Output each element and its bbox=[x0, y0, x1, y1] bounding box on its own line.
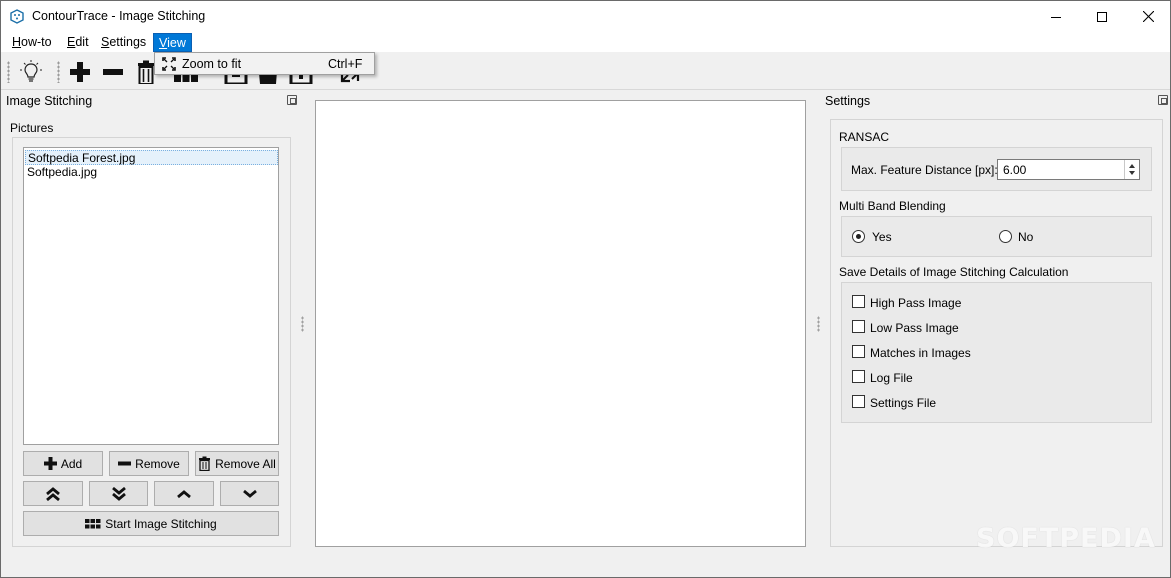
matches-checkbox[interactable] bbox=[852, 345, 865, 358]
close-icon bbox=[1142, 11, 1154, 22]
softpedia-watermark: SOFTPEDIA bbox=[976, 523, 1156, 554]
zoom-fit-icon bbox=[162, 57, 176, 71]
list-item[interactable]: Softpedia.jpg bbox=[25, 165, 278, 180]
zoom-to-fit-shortcut: Ctrl+F bbox=[328, 57, 363, 71]
blending-no-radio[interactable] bbox=[999, 230, 1012, 243]
menu-edit[interactable]: Edit bbox=[62, 33, 94, 52]
low-pass-checkbox[interactable] bbox=[852, 320, 865, 333]
spinbox-arrows[interactable] bbox=[1124, 160, 1139, 179]
max-feature-distance-spinbox[interactable]: 6.00 bbox=[997, 159, 1140, 180]
maximize-button[interactable] bbox=[1079, 1, 1125, 32]
close-button[interactable] bbox=[1125, 1, 1171, 32]
log-file-label: Log File bbox=[870, 371, 913, 385]
menu-edit-label: dit bbox=[75, 35, 89, 49]
remove-button[interactable]: Remove bbox=[109, 451, 189, 476]
left-splitter-handle[interactable] bbox=[301, 316, 304, 332]
left-panel-title: Image Stitching bbox=[6, 94, 93, 108]
right-splitter-handle[interactable] bbox=[817, 316, 820, 332]
toolbar-remove-button[interactable] bbox=[98, 57, 128, 87]
menu-settings[interactable]: Settings bbox=[96, 33, 151, 52]
left-panel-float-icon[interactable] bbox=[287, 95, 297, 105]
plus-icon bbox=[43, 457, 57, 470]
menu-how-to[interactable]: How-to bbox=[7, 33, 57, 52]
right-panel-float-icon[interactable] bbox=[1158, 95, 1168, 105]
trash-icon bbox=[138, 60, 154, 84]
max-feature-distance-value: 6.00 bbox=[1003, 163, 1027, 177]
app-icon bbox=[10, 9, 24, 24]
trash-icon bbox=[199, 456, 211, 471]
toolbar-grip[interactable] bbox=[7, 61, 10, 83]
start-image-stitching-label: Start Image Stitching bbox=[105, 516, 217, 531]
right-panel-title: Settings bbox=[825, 94, 871, 108]
pictures-label: Pictures bbox=[10, 121, 54, 135]
add-button-label: Add bbox=[60, 456, 83, 471]
move-up-button[interactable] bbox=[154, 481, 214, 506]
settings-file-checkbox[interactable] bbox=[852, 395, 865, 408]
window-title: ContourTrace - Image Stitching bbox=[32, 9, 206, 23]
settings-file-label: Settings File bbox=[870, 396, 937, 410]
minus-icon bbox=[118, 461, 132, 466]
menu-view-label: iew bbox=[167, 36, 186, 50]
toolbar-howto-button[interactable] bbox=[16, 57, 46, 87]
menu-view[interactable]: View bbox=[153, 33, 192, 52]
menu-how-to-label: ow-to bbox=[21, 35, 52, 49]
max-feature-distance-label: Max. Feature Distance [px]: bbox=[851, 163, 998, 177]
remove-all-button[interactable]: Remove All bbox=[195, 451, 279, 476]
list-item[interactable]: Softpedia Forest.jpg bbox=[25, 150, 278, 165]
matches-label: Matches in Images bbox=[870, 346, 971, 360]
minimize-icon bbox=[1051, 16, 1061, 18]
double-chevron-down-icon bbox=[111, 486, 126, 501]
move-top-button[interactable] bbox=[23, 481, 83, 506]
blending-label: Multi Band Blending bbox=[839, 199, 946, 213]
add-button[interactable]: Add bbox=[23, 451, 103, 476]
lightbulb-icon bbox=[20, 60, 42, 82]
double-chevron-up-icon bbox=[46, 486, 60, 501]
chevron-up-icon bbox=[177, 489, 191, 498]
title-bar: ContourTrace - Image Stitching bbox=[1, 1, 1170, 32]
start-image-stitching-button[interactable]: Start Image Stitching bbox=[23, 511, 279, 536]
high-pass-checkbox[interactable] bbox=[852, 295, 865, 308]
log-file-checkbox[interactable] bbox=[852, 370, 865, 383]
stitch-icon bbox=[85, 518, 101, 528]
watermark-text: SOFTPEDIA bbox=[976, 523, 1156, 554]
blending-no-label: No bbox=[1018, 230, 1034, 244]
remove-button-label: Remove bbox=[135, 456, 180, 471]
blending-yes-label: Yes bbox=[872, 230, 892, 244]
spin-up-icon[interactable] bbox=[1129, 164, 1135, 168]
menu-item-zoom-to-fit[interactable]: Zoom to fit Ctrl+F bbox=[156, 54, 373, 73]
save-details-label: Save Details of Image Stitching Calculat… bbox=[839, 265, 1069, 279]
low-pass-label: Low Pass Image bbox=[870, 321, 959, 335]
image-canvas[interactable] bbox=[315, 100, 806, 547]
maximize-icon bbox=[1097, 11, 1107, 22]
toolbar-add-button[interactable] bbox=[65, 57, 95, 87]
spin-down-icon[interactable] bbox=[1129, 171, 1135, 175]
menu-how-to-mnemonic: H bbox=[12, 35, 22, 49]
minus-icon bbox=[103, 69, 123, 75]
remove-all-button-label: Remove All bbox=[215, 456, 276, 471]
toolbar-separator bbox=[57, 61, 60, 83]
move-down-button[interactable] bbox=[220, 481, 279, 506]
menu-settings-label: ettings bbox=[109, 35, 147, 49]
pictures-list[interactable]: Softpedia Forest.jpg Softpedia.jpg bbox=[23, 147, 279, 445]
blending-yes-radio[interactable] bbox=[852, 230, 865, 243]
zoom-to-fit-label: Zoom to fit bbox=[182, 57, 242, 71]
plus-icon bbox=[70, 62, 90, 82]
menu-view-mnemonic: V bbox=[159, 36, 168, 50]
minimize-button[interactable] bbox=[1033, 1, 1079, 32]
view-menu-dropdown: Zoom to fit Ctrl+F bbox=[154, 52, 375, 75]
chevron-down-icon bbox=[242, 489, 257, 498]
app-window: ContourTrace - Image Stitching How-to Ed… bbox=[0, 0, 1171, 578]
ransac-label: RANSAC bbox=[839, 130, 890, 144]
high-pass-label: High Pass Image bbox=[870, 296, 962, 310]
move-bottom-button[interactable] bbox=[89, 481, 148, 506]
menu-bar: How-to Edit Settings View bbox=[1, 32, 1170, 52]
